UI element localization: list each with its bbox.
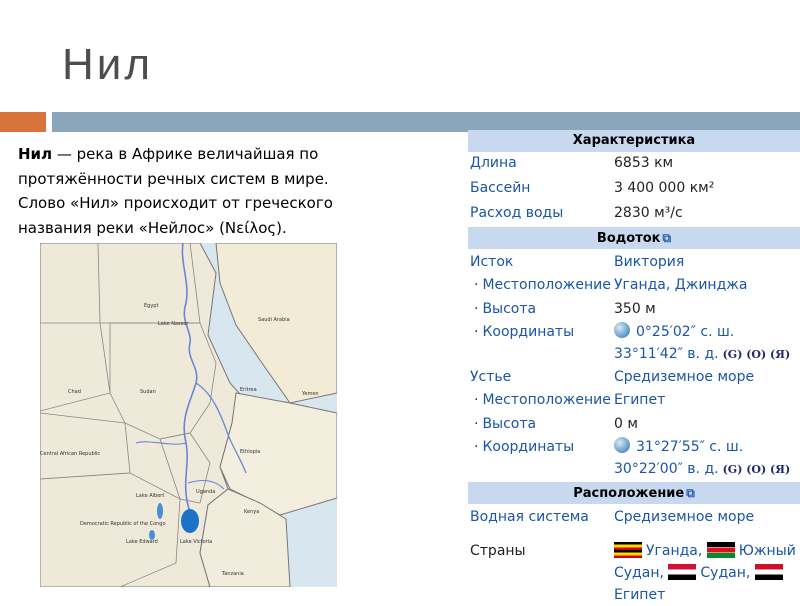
section-header-watercourse: Водоток ⧉ bbox=[468, 227, 800, 249]
infobox-label[interactable]: Бассейн bbox=[470, 177, 530, 199]
map-label: Lake Edward bbox=[126, 539, 158, 545]
infobox-row-water-system: Водная система Средиземное море bbox=[468, 506, 800, 528]
map-label: Tanzania bbox=[221, 571, 244, 577]
infobox-row-source: Исток Виктория bbox=[468, 251, 800, 273]
map-label: Lake Albert bbox=[136, 493, 164, 499]
infobox-row-mouth: Устье Средиземное море bbox=[468, 366, 800, 388]
map-label: Chad bbox=[68, 389, 81, 395]
infobox-value: 6853 км bbox=[614, 155, 674, 171]
intro-text: — река в Африке величайшая по протяжённо… bbox=[18, 145, 333, 237]
external-link-icon[interactable]: ⧉ bbox=[662, 231, 671, 245]
map-service-links[interactable]: (G) (O) (Я) bbox=[723, 348, 791, 361]
map-label: Lake Victoria bbox=[180, 539, 212, 545]
coordinate-link[interactable]: 33°11′42″ в. д. bbox=[614, 346, 719, 362]
source-coordinates: 0°25′02″ с. ш. 33°11′42″ в. д. (G) (O) (Я… bbox=[614, 321, 790, 366]
section-header-characteristics: Характеристика bbox=[468, 130, 800, 152]
map-label: Saudi Arabia bbox=[258, 317, 290, 323]
infobox-value: 2830 м³/с bbox=[614, 205, 683, 221]
infobox-value-link[interactable]: Средиземное море bbox=[614, 366, 754, 388]
map-label: Central African Republic bbox=[40, 451, 100, 457]
coordinate-link[interactable]: 30°22′00″ в. д. bbox=[614, 461, 719, 477]
external-link-icon[interactable]: ⧉ bbox=[686, 486, 695, 500]
title-divider-accent bbox=[0, 112, 46, 132]
infobox-label: Страны bbox=[470, 543, 526, 559]
map-label: Egypt bbox=[144, 303, 158, 309]
infobox-row-mouth-location: · Местоположение Египет bbox=[468, 389, 800, 411]
infobox-value-link[interactable]: Уганда, Джинджа bbox=[614, 274, 747, 296]
infobox-sublabel[interactable]: · Местоположение bbox=[474, 274, 611, 296]
intro-paragraph: Нил — река в Африке величайшая по протяж… bbox=[18, 142, 373, 240]
infobox-value: 0 м bbox=[614, 416, 638, 432]
infobox-row-discharge: Расход воды 2830 м³/с bbox=[468, 202, 800, 224]
infobox-label[interactable]: Водная система bbox=[470, 506, 589, 528]
nile-basin-map: Egypt Saudi Arabia Lake Nasser Sudan Yem… bbox=[40, 243, 337, 587]
infobox-value-link[interactable]: Средиземное море bbox=[614, 506, 754, 528]
infobox-row-source-height: · Высота 350 м bbox=[468, 298, 800, 320]
map-service-links[interactable]: (G) (O) (Я) bbox=[723, 463, 791, 476]
infobox-label[interactable]: Устье bbox=[470, 366, 511, 388]
infobox-label[interactable]: Длина bbox=[470, 152, 517, 174]
infobox-value: 3 400 000 км² bbox=[614, 180, 715, 196]
infobox-row-basin: Бассейн 3 400 000 км² bbox=[468, 177, 800, 199]
egypt-flag-icon bbox=[754, 564, 783, 580]
coordinate-link[interactable]: 0°25′02″ с. ш. bbox=[636, 324, 734, 340]
infobox-value-link[interactable]: Египет bbox=[614, 389, 665, 411]
intro-bold-term: Нил bbox=[18, 145, 53, 163]
infobox-sublabel[interactable]: · Высота bbox=[474, 413, 536, 435]
title-divider-bar bbox=[52, 112, 800, 132]
country-link[interactable]: Южный bbox=[739, 543, 796, 559]
map-label: Eritrea bbox=[240, 387, 257, 393]
map-label: Kenya bbox=[244, 509, 259, 515]
infobox-label[interactable]: Расход воды bbox=[470, 202, 563, 224]
infobox-sublabel[interactable]: · Координаты bbox=[474, 321, 574, 343]
map-label: Democratic Republic of the Congo bbox=[80, 521, 166, 527]
infobox-row-length: Длина 6853 км bbox=[468, 152, 800, 174]
infobox-row-mouth-height: · Высота 0 м bbox=[468, 413, 800, 435]
mouth-coordinates: 31°27′55″ с. ш. 30°22′00″ в. д. (G) (O) (… bbox=[614, 436, 790, 481]
infobox-sublabel[interactable]: · Местоположение bbox=[474, 389, 611, 411]
infobox-value: 350 м bbox=[614, 301, 656, 317]
country-link[interactable]: Египет bbox=[614, 587, 665, 603]
infobox-sublabel[interactable]: · Высота bbox=[474, 298, 536, 320]
south-sudan-flag-icon bbox=[706, 542, 735, 558]
map-label: Ethiopia bbox=[240, 449, 260, 455]
infobox-row-source-location: · Местоположение Уганда, Джинджа bbox=[468, 274, 800, 296]
sudan-flag-icon bbox=[668, 564, 697, 580]
infobox-label[interactable]: Исток bbox=[470, 251, 513, 273]
globe-icon[interactable] bbox=[614, 322, 630, 338]
infobox-sublabel[interactable]: · Координаты bbox=[474, 436, 574, 458]
map-label: Sudan bbox=[140, 389, 156, 395]
coordinate-link[interactable]: 31°27′55″ с. ш. bbox=[636, 439, 743, 455]
country-link[interactable]: Судан, bbox=[700, 565, 750, 581]
uganda-flag-icon bbox=[614, 542, 642, 558]
map-label: Yemen bbox=[301, 391, 319, 397]
country-link[interactable]: Судан, bbox=[614, 565, 664, 581]
river-infobox: Характеристика Длина 6853 км Бассейн 3 4… bbox=[468, 130, 800, 603]
map-label: Uganda bbox=[196, 489, 215, 495]
map-label: Lake Nasser bbox=[158, 321, 189, 327]
country-link[interactable]: Уганда, bbox=[646, 543, 702, 559]
countries-list: Уганда, Южный Судан, Судан, Египет bbox=[614, 540, 800, 606]
globe-icon[interactable] bbox=[614, 437, 630, 453]
section-header-location: Расположение ⧉ bbox=[468, 482, 800, 504]
page-title: Нил bbox=[62, 40, 154, 89]
infobox-value-link[interactable]: Виктория bbox=[614, 251, 684, 273]
